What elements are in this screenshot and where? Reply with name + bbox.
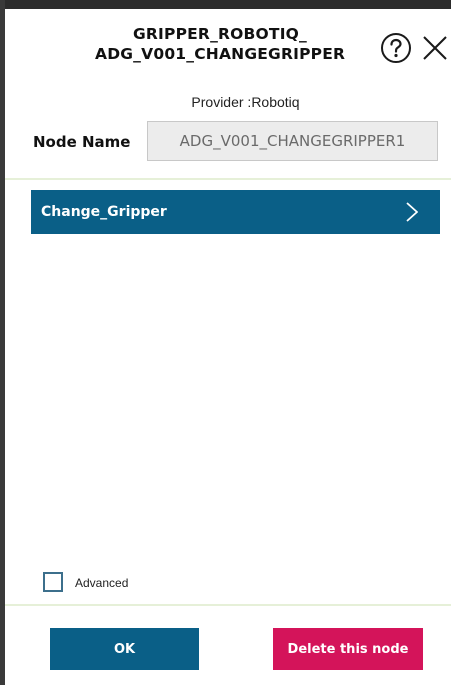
change-gripper-label: Change_Gripper <box>41 204 167 220</box>
dialog-title-line1: GRIPPER_ROBOTIQ_ <box>133 25 307 43</box>
node-name-label: Node Name <box>33 133 131 151</box>
ok-button[interactable]: OK <box>50 628 199 670</box>
dialog-title: GRIPPER_ROBOTIQ_ ADG_V001_CHANGEGRIPPER <box>95 24 345 64</box>
close-icon[interactable] <box>421 34 449 62</box>
divider <box>5 604 451 606</box>
divider <box>5 178 451 180</box>
question-circle-icon[interactable] <box>380 32 412 64</box>
change-gripper-row[interactable]: Change_Gripper <box>31 190 440 234</box>
node-dialog <box>5 9 451 685</box>
provider-text: Provider :Robotiq <box>191 94 300 110</box>
dialog-title-line2: ADG_V001_CHANGEGRIPPER <box>95 45 346 63</box>
node-name-input[interactable] <box>147 121 438 161</box>
window-frame-top <box>0 0 451 9</box>
advanced-label: Advanced <box>75 576 129 590</box>
advanced-checkbox[interactable] <box>43 572 63 592</box>
chevron-right-icon <box>406 202 419 222</box>
delete-node-button[interactable]: Delete this node <box>273 628 423 670</box>
